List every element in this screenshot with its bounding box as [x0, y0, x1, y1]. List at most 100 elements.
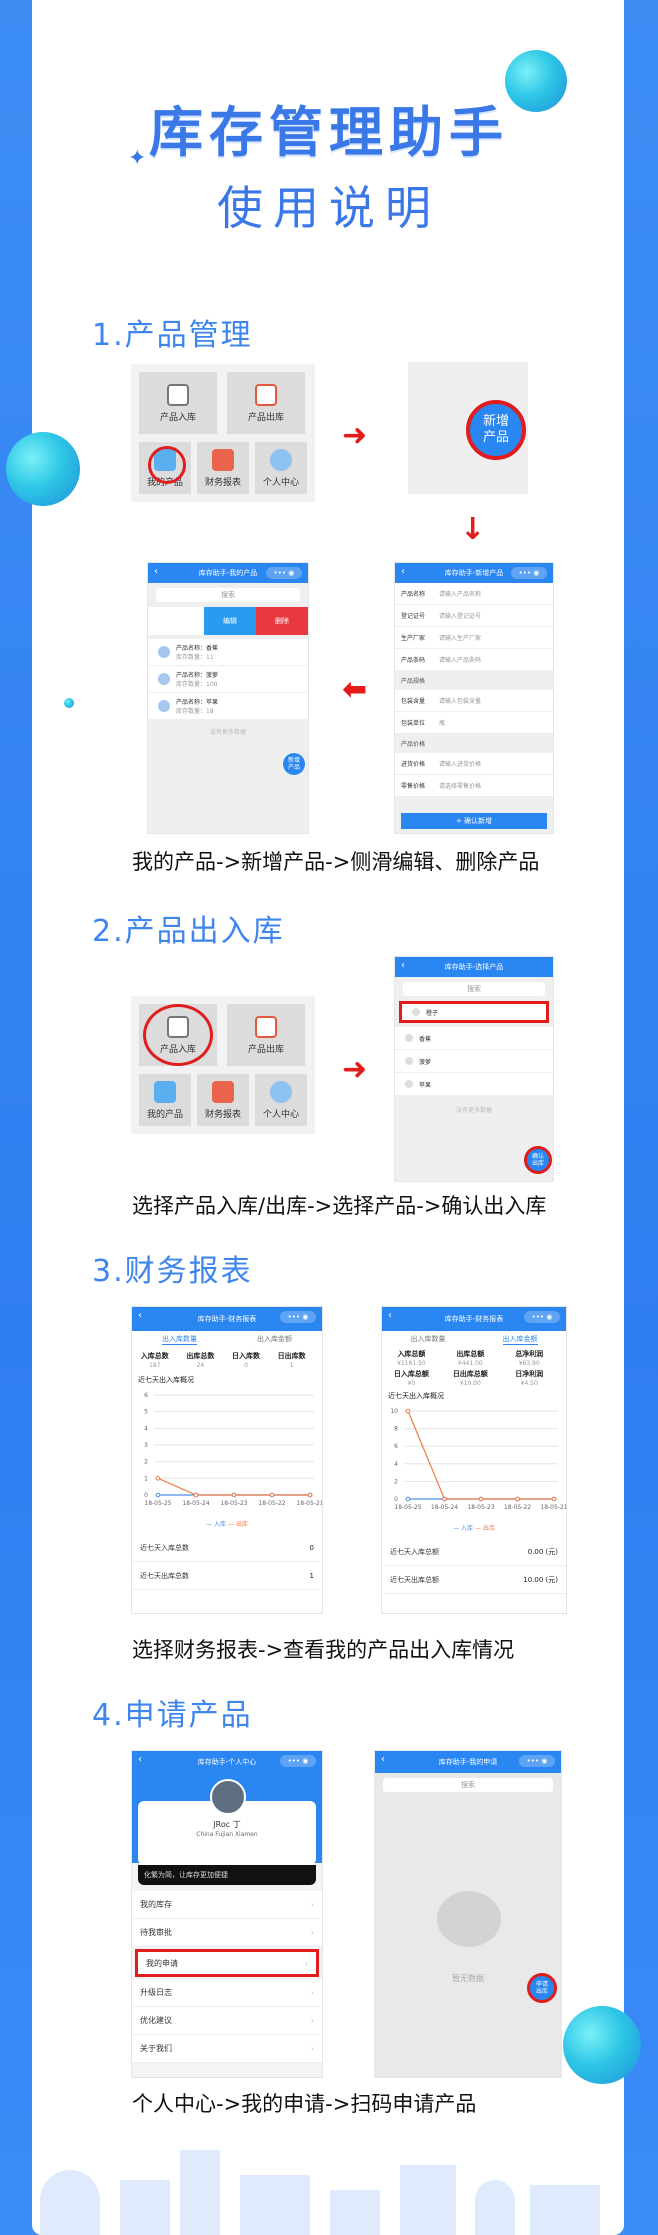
grid-item-finance[interactable]: 财务报表: [197, 1074, 249, 1126]
capsule-menu-icon[interactable]: ••• ◉: [280, 1755, 316, 1767]
confirm-add-button[interactable]: + 确认新增: [401, 813, 547, 829]
back-icon[interactable]: ‹: [138, 1754, 142, 1765]
grid-item-finance[interactable]: 财务报表: [197, 442, 249, 494]
menu-item-changelog[interactable]: 升级日志 ›: [132, 1979, 322, 2007]
form-row-unit[interactable]: 包装单位 瓶: [395, 712, 553, 734]
delete-button[interactable]: 删除: [256, 607, 308, 635]
form-row-content[interactable]: 包装含量 请输入包装含量: [395, 690, 553, 712]
chevron-right-icon: ›: [310, 1988, 314, 1997]
tab-amount[interactable]: 出入库金额: [257, 1334, 292, 1344]
user-icon: [270, 1080, 292, 1103]
product-name: 菠萝: [419, 1058, 432, 1066]
add-product-fab[interactable]: 新增 产品: [283, 753, 305, 775]
summary-row: 近七天入库总额 0.00 (元): [382, 1538, 566, 1566]
avatar[interactable]: [210, 1779, 246, 1815]
chevron-right-icon: ›: [310, 1900, 314, 1909]
summary-value: 0.00 (元): [527, 1547, 558, 1556]
grid-item-stock-out[interactable]: 产品出库: [227, 1004, 305, 1066]
list-item[interactable]: 产品名称：苹果 库存数量：18: [148, 693, 308, 719]
back-icon[interactable]: ‹: [138, 1310, 142, 1321]
app-title-bar: ‹ 库存助手-个人中心 ••• ◉: [132, 1751, 322, 1773]
grid-item-my-products[interactable]: 我的产品: [139, 1074, 191, 1126]
list-item[interactable]: 苹果: [395, 1073, 553, 1095]
list-item[interactable]: 香蕉: [395, 1027, 553, 1049]
new-product-button[interactable]: 新增 产品: [466, 400, 526, 460]
data-point: [478, 1496, 484, 1502]
grid-item-label: 我的产品: [146, 1109, 183, 1120]
list-item[interactable]: 菠萝: [395, 1050, 553, 1072]
product-icon: [154, 1080, 176, 1103]
summary-value: 10.00 (元): [523, 1575, 558, 1584]
form-row-maker[interactable]: 生产厂家 请输入生产厂家: [395, 627, 553, 649]
capsule-menu-icon[interactable]: ••• ◉: [266, 567, 302, 579]
x-tick-label: 18-05-23: [467, 1504, 494, 1511]
form-input[interactable]: 请输入生产厂家: [439, 633, 481, 642]
tab-quantity[interactable]: 出入库数量: [411, 1334, 446, 1344]
tab-quantity[interactable]: 出入库数量: [162, 1334, 197, 1345]
form-input[interactable]: 瓶: [439, 718, 445, 727]
data-point: [193, 1492, 199, 1498]
menu-item-my-apply[interactable]: 我的申请 ›: [135, 1949, 319, 1977]
menu-item-about[interactable]: 关于我们 ›: [132, 2035, 322, 2063]
grid-item-stock-in[interactable]: 产品入库: [139, 372, 217, 434]
capsule-menu-icon[interactable]: ••• ◉: [280, 1311, 316, 1323]
menu-item-pending[interactable]: 待我审批 ›: [132, 1919, 322, 1947]
edit-button[interactable]: 编辑: [204, 607, 256, 635]
apply-fab[interactable]: 申请 出库: [527, 1973, 557, 2003]
back-icon[interactable]: ‹: [388, 1310, 392, 1321]
search-input[interactable]: 搜索: [383, 1778, 553, 1792]
app-title-bar: ‹ 库存助手-我的产品 ••• ◉: [148, 563, 308, 583]
form-input[interactable]: 请输入包装含量: [439, 696, 481, 705]
form-input[interactable]: 请输入产品条码: [439, 655, 481, 664]
stat-label: 总净利润: [515, 1350, 544, 1358]
back-icon[interactable]: ‹: [381, 1754, 385, 1765]
form-row-reg[interactable]: 登记证号 请输入登记证号: [395, 605, 553, 627]
tab-amount[interactable]: 出入库金额: [502, 1334, 538, 1345]
list-item[interactable]: 产品名称：香蕉 库存数量：11: [148, 639, 308, 665]
list-item-selected[interactable]: 橙子: [399, 1001, 549, 1023]
grid-item-profile[interactable]: 个人中心: [255, 1074, 307, 1126]
arrow-down-icon: ↓: [460, 512, 486, 547]
form-input[interactable]: 请输入进货价格: [439, 759, 481, 768]
series-line-out: [157, 1477, 310, 1496]
list-item[interactable]: 产品名称：菠萝 库存数量：100: [148, 666, 308, 692]
y-tick-label: 0: [144, 1492, 148, 1499]
stat-value: ¥10.00: [459, 1380, 481, 1387]
back-icon[interactable]: ‹: [154, 566, 158, 577]
capsule-menu-icon[interactable]: ••• ◉: [511, 567, 547, 579]
form-label: 包装含量: [401, 698, 426, 705]
confirm-out-fab[interactable]: 确认 出库: [524, 1146, 552, 1174]
my-apply-screenshot: ‹ 库存助手-我的申请 ••• ◉ 搜索 暂无数据 申请 出库: [374, 1750, 562, 2078]
grid-item-profile[interactable]: 个人中心: [255, 442, 307, 494]
form-input[interactable]: 请输入产品名称: [439, 589, 481, 598]
capsule-menu-icon[interactable]: ••• ◉: [524, 1311, 560, 1323]
form-row-name[interactable]: 产品名称 请输入产品名称: [395, 583, 553, 605]
form-input[interactable]: 请选择零售价格: [439, 781, 481, 790]
form-row-buy-price[interactable]: 进货价格 请输入进货价格: [395, 753, 553, 775]
form-row-sell-price[interactable]: 零售价格 请选择零售价格: [395, 775, 553, 797]
grid-item-stock-out[interactable]: 产品出库: [227, 372, 305, 434]
back-icon[interactable]: ‹: [401, 960, 405, 971]
capsule-menu-icon[interactable]: ••• ◉: [519, 1755, 555, 1767]
stat: 总净利润 ¥63.90: [500, 1349, 559, 1367]
stat: 日出库数 1: [269, 1351, 315, 1369]
product-name: 橙子: [426, 1009, 439, 1017]
form-label: 产品名称: [401, 591, 426, 598]
stat-label: 出库总额: [456, 1350, 485, 1358]
profile-screenshot: ‹ 库存助手-个人中心 ••• ◉ JRoc 丁 China Fujian Xiam…: [131, 1750, 323, 2078]
profile-header: JRoc 丁 China Fujian Xiamen: [132, 1773, 322, 1865]
skyline-decoration: [330, 2190, 380, 2235]
report-tabs: 出入库数量 出入库金额: [132, 1331, 322, 1347]
product-stock: 库存数量：11: [176, 654, 214, 661]
form-input[interactable]: 请输入登记证号: [439, 611, 481, 620]
chart-legend: — 入库 — 出库: [132, 1519, 322, 1528]
summary-label: 近七天入库总额: [390, 1547, 439, 1556]
menu-item-feedback[interactable]: 优化建议 ›: [132, 2007, 322, 2035]
back-icon[interactable]: ‹: [401, 566, 405, 577]
search-input[interactable]: 搜索: [403, 982, 545, 996]
chart-left: 0 1 2 3 4 5 6 18-05-25 18-05-24 18-05-23 18-05-22 1…: [144, 1392, 322, 1507]
form-row-barcode[interactable]: 产品条码 请输入产品条码: [395, 649, 553, 671]
y-tick-label: 5: [144, 1409, 148, 1416]
menu-item-my-stock[interactable]: 我的库存 ›: [132, 1891, 322, 1919]
search-input[interactable]: 搜索: [156, 588, 300, 602]
